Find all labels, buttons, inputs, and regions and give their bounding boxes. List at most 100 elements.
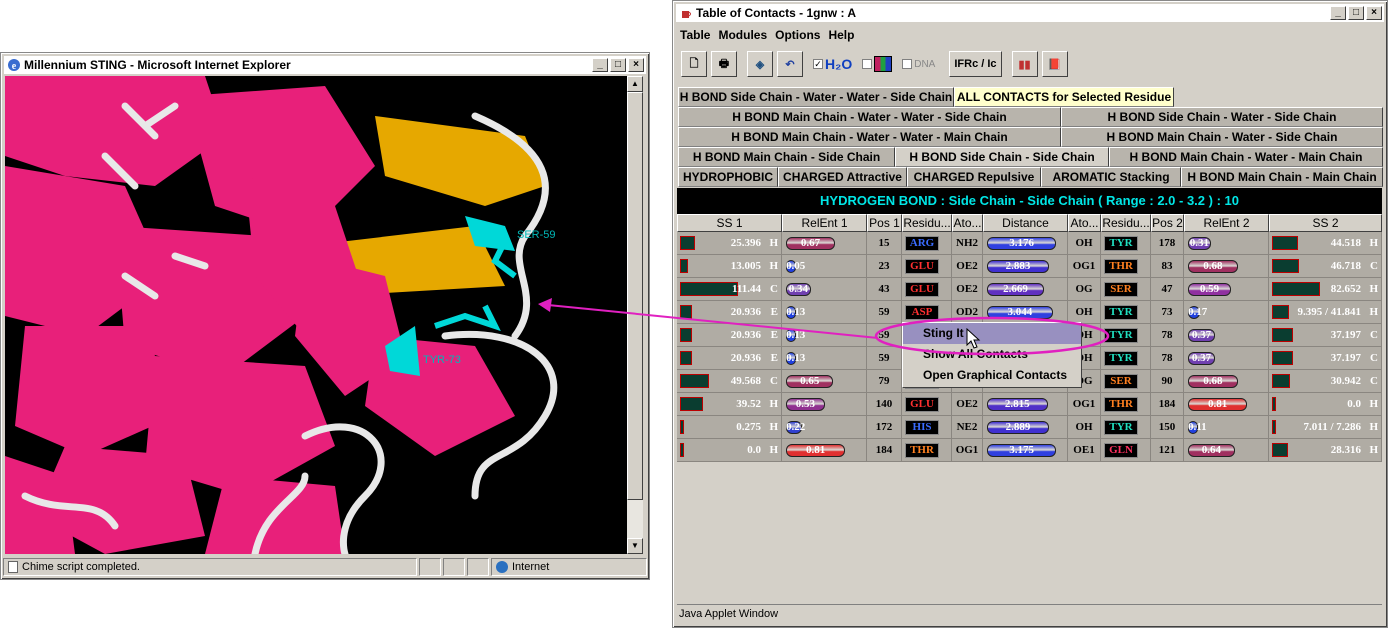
tab-hbond-mc-w-sc[interactable]: H BOND Main Chain - Water - Side Chain bbox=[1061, 127, 1383, 147]
table-row[interactable]: 20.936 E 0.13 59 ASP OD2 3.044 OH TYR 73 0.17 9.395… bbox=[677, 301, 1382, 324]
table-row[interactable]: 0.0 H 0.81 184 THR OG1 3.175 OE1 GLN 121 0.64 28.31… bbox=[677, 439, 1382, 462]
ss2-cell: 30.942 C bbox=[1269, 370, 1382, 392]
column-header[interactable]: Ato... bbox=[1068, 214, 1101, 232]
tab-hbond-mc-sc[interactable]: H BOND Main Chain - Side Chain bbox=[678, 147, 895, 167]
column-header[interactable]: SS 1 bbox=[677, 214, 782, 232]
value-label: 0.67 bbox=[800, 237, 821, 249]
value-label: 0.64 bbox=[1201, 444, 1221, 456]
residue-box: TYR bbox=[1104, 236, 1138, 251]
relent2-cell: 0.68 bbox=[1184, 370, 1269, 392]
ss-type: C bbox=[770, 375, 778, 387]
ss-type: H bbox=[769, 421, 778, 433]
undo-button[interactable]: ↶ bbox=[777, 51, 803, 77]
column-header[interactable]: Residu... bbox=[902, 214, 952, 232]
ifrc-button[interactable]: IFRc / Ic bbox=[949, 51, 1002, 77]
relent2-cell: 0.37 bbox=[1184, 324, 1269, 346]
ss-bar bbox=[680, 305, 693, 319]
ss-value: 20.936 bbox=[730, 329, 761, 341]
menu-modules[interactable]: Modules bbox=[714, 25, 771, 45]
ss-value: 20.936 bbox=[730, 352, 761, 364]
book-button[interactable]: 📕 bbox=[1041, 51, 1068, 77]
ss-bar bbox=[680, 374, 709, 388]
tab-charged-attractive[interactable]: CHARGED Attractive bbox=[778, 167, 907, 187]
menu-item-show-all-contacts[interactable]: Show All Contacts bbox=[903, 344, 1081, 365]
relent1-cell: 0.81 bbox=[782, 439, 867, 461]
table-row[interactable]: 13.005 H 0.05 23GLU OE2 2.883 OG1THR 83 0.68 46.7… bbox=[677, 255, 1382, 278]
dna-toggle[interactable]: DNA bbox=[902, 59, 935, 70]
molecule-viewer[interactable]: SER-59 TYR-73 bbox=[5, 76, 627, 554]
close-button[interactable]: × bbox=[628, 58, 644, 72]
atom1-cell: NH2 bbox=[952, 232, 983, 254]
tab-hbond-sc-sc[interactable]: H BOND Side Chain - Side Chain bbox=[895, 147, 1109, 167]
column-header[interactable]: Pos 1 bbox=[867, 214, 902, 232]
tab-hbond-mc-w-w-sc[interactable]: H BOND Main Chain - Water - Water - Side… bbox=[678, 107, 1061, 127]
ss-type: H bbox=[1369, 421, 1378, 433]
tab-hydrophobic[interactable]: HYDROPHOBIC bbox=[678, 167, 778, 187]
tab-all-contacts[interactable]: ALL CONTACTS for Selected Residue bbox=[954, 87, 1174, 107]
column-header[interactable]: Ato... bbox=[952, 214, 983, 232]
residue2-cell: SER bbox=[1101, 278, 1151, 300]
table-row[interactable]: 25.396 H 0.67 15 ARG NH2 3.176 OH TYR 178 0.31 44.5… bbox=[677, 232, 1382, 255]
vertical-scrollbar[interactable]: ▲ ▼ bbox=[627, 76, 643, 554]
pos1-cell: 59 bbox=[867, 347, 902, 369]
protein-structure-image: SER-59 TYR-73 bbox=[5, 76, 627, 554]
close-button[interactable]: × bbox=[1366, 6, 1382, 20]
residue-box: HIS bbox=[905, 420, 939, 435]
menu-options[interactable]: Options bbox=[771, 25, 824, 45]
new-document-button[interactable]: 🗋 bbox=[681, 51, 707, 77]
maximize-button[interactable]: □ bbox=[1348, 6, 1364, 20]
residue-box: ASP bbox=[905, 305, 939, 320]
tab-hbond-mc-w-mc[interactable]: H BOND Main Chain - Water - Main Chain bbox=[1109, 147, 1383, 167]
dna-checkbox[interactable] bbox=[902, 59, 913, 69]
relent1-cell: 0.53 bbox=[782, 393, 867, 415]
residue-box: SER bbox=[1104, 374, 1138, 389]
menu-item-sting-it[interactable]: Sting It bbox=[903, 323, 1081, 344]
table-row[interactable]: 0.275 H 0.22 172HIS NE2 2.889 OHTYR 1500.11 7.01… bbox=[677, 416, 1382, 439]
residue-box: GLU bbox=[905, 259, 939, 274]
tab-hbond-mc-mc[interactable]: H BOND Main Chain - Main Chain bbox=[1181, 167, 1383, 187]
table-row[interactable]: 39.52 H 0.53 140 GLU OE2 2.815 OG1 THR 184 0.81 0.0… bbox=[677, 393, 1382, 416]
tab-hbond-mc-w-w-mc[interactable]: H BOND Main Chain - Water - Water - Main… bbox=[678, 127, 1061, 147]
tab-hbond-sc-w-w-sc[interactable]: H BOND Side Chain - Water - Water - Side… bbox=[678, 87, 954, 107]
column-header[interactable]: RelEnt 2 bbox=[1184, 214, 1269, 232]
menu-table[interactable]: Table bbox=[676, 25, 714, 45]
scroll-up-icon[interactable]: ▲ bbox=[627, 76, 643, 92]
column-header[interactable]: Distance bbox=[983, 214, 1068, 232]
table-row[interactable]: 111.44 C 0.34 43 GLU OE2 2.669 OG SER 47 0.59 82.65… bbox=[677, 278, 1382, 301]
tab-row-1: H BOND Side Chain - Water - Water - Side… bbox=[678, 87, 1174, 107]
value-label: 0.13 bbox=[786, 352, 806, 364]
h2o-toggle[interactable]: ✓ H₂O bbox=[813, 56, 852, 72]
ss1-cell: 0.275 H bbox=[677, 416, 782, 438]
ss-bar bbox=[680, 443, 684, 457]
tab-aromatic-stacking[interactable]: AROMATIC Stacking bbox=[1041, 167, 1181, 187]
printer-icon: 🖶 bbox=[718, 57, 730, 70]
tab-charged-repulsive[interactable]: CHARGED Repulsive bbox=[907, 167, 1041, 187]
minimize-button[interactable]: _ bbox=[1330, 6, 1346, 20]
maximize-button[interactable]: □ bbox=[610, 58, 626, 72]
column-header[interactable]: Residu... bbox=[1101, 214, 1151, 232]
browser-titlebar: e Millennium STING - Microsoft Internet … bbox=[4, 56, 646, 74]
tab-hbond-sc-w-sc[interactable]: H BOND Side Chain - Water - Side Chain bbox=[1061, 107, 1383, 127]
ss-bar bbox=[1272, 374, 1290, 388]
minimize-button[interactable]: _ bbox=[592, 58, 608, 72]
residue2-cell: THR bbox=[1101, 255, 1151, 277]
color-checkbox[interactable] bbox=[862, 59, 873, 69]
ss2-cell: 44.518 H bbox=[1269, 232, 1382, 254]
column-header[interactable]: SS 2 bbox=[1269, 214, 1382, 232]
h2o-checkbox[interactable]: ✓ bbox=[813, 59, 823, 69]
ss-bar bbox=[1272, 443, 1289, 457]
ss-bar bbox=[1272, 351, 1294, 365]
export-button[interactable]: ◈ bbox=[747, 51, 773, 77]
column-header[interactable]: RelEnt 1 bbox=[782, 214, 867, 232]
menu-help[interactable]: Help bbox=[824, 25, 858, 45]
ss2-cell: 37.197 C bbox=[1269, 347, 1382, 369]
column-header[interactable]: Pos 2 bbox=[1151, 214, 1184, 232]
chart-button[interactable]: ▮▮ bbox=[1011, 51, 1038, 77]
print-button[interactable]: 🖶 bbox=[711, 51, 737, 77]
pos2-cell: 47 bbox=[1151, 278, 1184, 300]
color-toggle[interactable] bbox=[862, 56, 893, 72]
ss1-cell: 13.005 H bbox=[677, 255, 782, 277]
menu-item-open-graphical-contacts[interactable]: Open Graphical Contacts bbox=[903, 365, 1081, 386]
scrollbar-thumb[interactable] bbox=[627, 92, 643, 500]
scroll-down-icon[interactable]: ▼ bbox=[627, 538, 643, 554]
